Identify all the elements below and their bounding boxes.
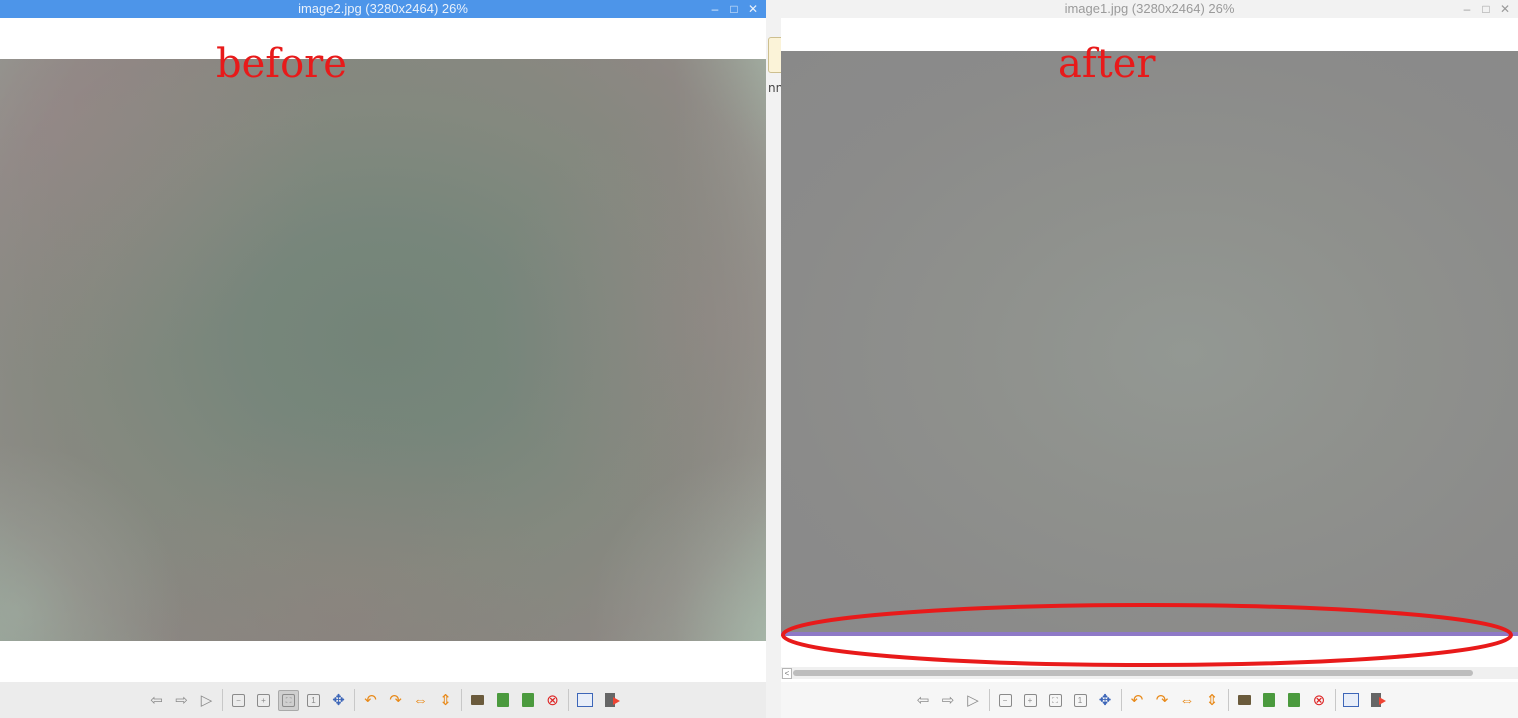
forward-icon[interactable]: ⇨ [171,690,192,711]
maximize-button[interactable]: □ [729,0,739,18]
annotation-after-label: after [1058,41,1156,87]
forward-icon[interactable]: ⇨ [938,690,959,711]
zoom-out-icon[interactable]: − [228,690,249,711]
preferences-icon[interactable] [1341,690,1362,711]
zoom-in-icon[interactable]: + [1020,690,1041,711]
image-canvas[interactable] [0,59,766,641]
back-icon[interactable]: ⇦ [146,690,167,711]
window-controls: – □ ✕ [1462,0,1510,18]
open-file-icon[interactable] [467,690,488,711]
window-title: image1.jpg (3280x2464) 26% [1064,1,1235,16]
delete-file-icon[interactable] [517,690,538,711]
flip-horizontal-icon[interactable]: ⇔ [410,690,431,711]
rotate-left-icon[interactable]: ↶ [1127,690,1148,711]
exit-icon[interactable] [1366,690,1387,711]
rotate-right-icon[interactable]: ↷ [385,690,406,711]
viewer-toolbar: ⇦ ⇨ ▷ − + ⛶ 1 ✥ ↶ ↷ ⇔ ⇕ ⊗ [0,682,766,718]
close-file-icon[interactable]: ⊗ [542,690,563,711]
annotation-ellipse [781,603,1513,667]
scroll-left-arrow-icon[interactable]: < [782,668,792,679]
background-window-edge [766,0,781,718]
scrollbar-thumb[interactable] [793,670,1473,676]
save-file-icon[interactable] [1259,690,1280,711]
image-viewer-window-left: image2.jpg (3280x2464) 26% – □ ✕ before … [0,0,766,718]
image-viewer-window-right: image1.jpg (3280x2464) 26% – □ ✕ after <… [781,0,1518,718]
zoom-fit-icon[interactable]: ⛶ [1045,690,1066,711]
delete-file-icon[interactable] [1284,690,1305,711]
flip-vertical-icon[interactable]: ⇕ [435,690,456,711]
window-title: image2.jpg (3280x2464) 26% [298,1,468,16]
rotate-right-icon[interactable]: ↷ [1152,690,1173,711]
titlebar[interactable]: image2.jpg (3280x2464) 26% – □ ✕ [0,0,766,18]
minimize-button[interactable]: – [1462,0,1472,18]
toolbar-separator [354,689,355,711]
close-button[interactable]: ✕ [748,0,758,18]
zoom-original-icon[interactable]: 1 [303,690,324,711]
zoom-original-icon[interactable]: 1 [1070,690,1091,711]
slideshow-icon[interactable]: ▷ [963,690,984,711]
minimize-button[interactable]: – [710,0,720,18]
flip-horizontal-icon[interactable]: ⇔ [1177,690,1198,711]
preferences-icon[interactable] [574,690,595,711]
toolbar-separator [1120,689,1122,711]
toolbar-separator [461,689,462,711]
folder-icon[interactable] [768,37,782,73]
rotate-left-icon[interactable]: ↶ [360,690,381,711]
image-canvas[interactable] [781,51,1518,632]
zoom-in-icon[interactable]: + [253,690,274,711]
toolbar-separator [988,689,990,711]
toolbar-separator [222,689,223,711]
viewer-toolbar: ⇦ ⇨ ▷ − + ⛶ 1 ✥ ↶ ↷ ⇔ ⇕ ⊗ [781,682,1518,718]
close-button[interactable]: ✕ [1500,0,1510,18]
back-icon[interactable]: ⇦ [913,690,934,711]
toolbar-separator [568,689,569,711]
toolbar-separator [1334,689,1336,711]
toolbar-separator [1227,689,1229,711]
annotation-before-label: before [216,41,347,87]
window-controls: – □ ✕ [710,0,758,18]
close-file-icon[interactable]: ⊗ [1309,690,1330,711]
exit-icon[interactable] [599,690,620,711]
zoom-fit-icon[interactable]: ⛶ [278,689,299,711]
maximize-button[interactable]: □ [1481,0,1491,18]
slideshow-icon[interactable]: ▷ [196,690,217,711]
horizontal-scrollbar[interactable]: < [781,667,1518,679]
save-file-icon[interactable] [492,690,513,711]
titlebar[interactable]: image1.jpg (3280x2464) 26% – □ ✕ [781,0,1518,18]
open-file-icon[interactable] [1234,690,1255,711]
fullscreen-icon[interactable]: ✥ [328,690,349,711]
fullscreen-icon[interactable]: ✥ [1095,690,1116,711]
flip-vertical-icon[interactable]: ⇕ [1202,690,1223,711]
zoom-out-icon[interactable]: − [995,690,1016,711]
